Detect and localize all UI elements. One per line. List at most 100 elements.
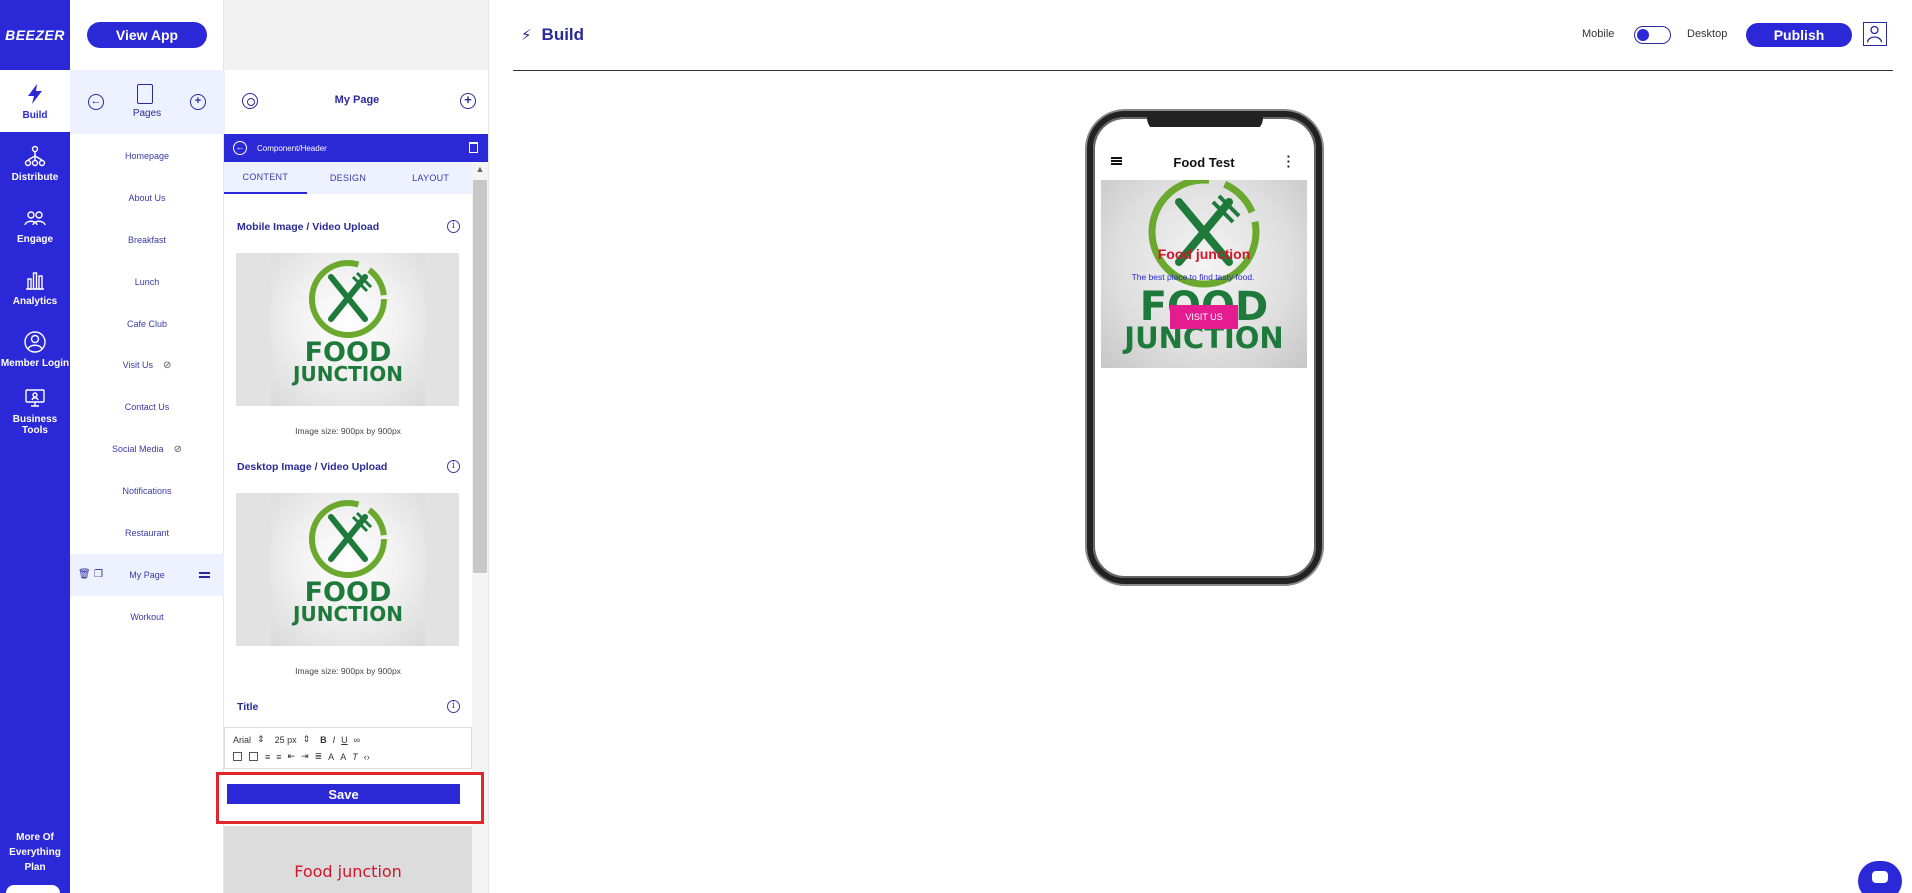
tab-layout[interactable]: LAYOUT (389, 162, 472, 194)
hamburger-menu-icon[interactable] (1111, 157, 1122, 165)
more-vert-icon[interactable]: · · · (1287, 150, 1291, 173)
mobile-image-upload[interactable]: FOOD JUNCTION (236, 253, 459, 406)
phone-preview: Food Test ··· FOOD JUNCTION Food junctio… (1087, 111, 1322, 584)
editor-title-row: My Page + (224, 70, 488, 134)
page-item-notifications[interactable]: Notifications (70, 470, 224, 512)
font-family-select[interactable]: Arial (233, 735, 251, 745)
toggle-knob (1637, 28, 1649, 41)
page-item-restaurant[interactable]: Restaurant (70, 512, 224, 554)
page-item-social-media[interactable]: Social Media ⊘ (70, 428, 224, 470)
user-account-icon[interactable] (1863, 22, 1887, 46)
bold-icon[interactable]: B (320, 735, 327, 745)
beezer-logo[interactable]: BEEZER (0, 0, 70, 70)
bolt-icon (28, 83, 42, 104)
mobile-upload-title: Mobile Image / Video Upload (237, 221, 380, 233)
page-item-cafe-club[interactable]: Cafe Club (70, 303, 224, 345)
page-item-lunch[interactable]: Lunch (70, 261, 224, 303)
image-icon[interactable] (233, 752, 242, 761)
desktop-image-upload[interactable]: FOOD JUNCTION (236, 493, 459, 646)
rail-item-label: Distribute (11, 171, 59, 183)
title-preview-text[interactable]: Food junction (224, 862, 472, 881)
delete-icon[interactable] (469, 142, 478, 153)
tab-design[interactable]: DESIGN (307, 162, 390, 194)
text-color-icon[interactable]: A (328, 752, 334, 762)
rail-item-member-login[interactable]: Member Login (0, 318, 70, 380)
save-button[interactable]: Save (227, 784, 460, 804)
food-junction-logo-graphic: FOOD JUNCTION (291, 500, 402, 626)
page-item-label: About Us (128, 192, 166, 203)
video-icon[interactable] (249, 752, 258, 761)
main-header: ⚡ Build Mobile Desktop Publish (513, 0, 1893, 71)
desktop-upload-title: Desktop Image / Video Upload (237, 461, 388, 473)
mobile-desktop-toggle[interactable] (1634, 26, 1671, 44)
rail-item-distribute[interactable]: Distribute (0, 132, 70, 194)
align-icon[interactable]: ≣ (315, 751, 323, 762)
rail-item-build[interactable]: Build (0, 70, 70, 132)
outdent-icon[interactable]: ⇤ (288, 751, 296, 762)
indent-icon[interactable]: ⇥ (301, 751, 309, 762)
eye-slash-icon[interactable]: ⊘ (174, 444, 182, 455)
page-item-visit-us[interactable]: Visit Us ⊘ (70, 344, 224, 386)
scrollbar-thumb[interactable] (473, 180, 487, 573)
info-icon[interactable]: i (447, 700, 460, 713)
component-bar: ← Component/Header (224, 134, 488, 162)
chevron-up-icon[interactable]: ▲ (472, 164, 488, 178)
page-item-about-us[interactable]: About Us (70, 177, 224, 219)
beezer-builder: BEEZER Build Distribute Engage Analytics… (0, 0, 1912, 893)
plan-label[interactable]: More Of Everything Plan (0, 830, 70, 875)
chat-support-icon[interactable] (1858, 861, 1902, 893)
back-arrow-icon[interactable]: ← (233, 141, 247, 155)
page-item-homepage[interactable]: Homepage (70, 135, 224, 177)
page-item-contact-us[interactable]: Contact Us (70, 386, 224, 428)
page-item-my-page[interactable]: 🗑 ❐ My Page (70, 553, 224, 596)
mobile-image-size-note: Image size: 900px by 900px (295, 426, 401, 436)
page-item-label: Contact Us (124, 402, 170, 413)
page-item-label: Notifications (122, 486, 172, 497)
pages-panel: View App ← Pages + Homepage About Us Bre… (70, 0, 224, 893)
add-component-icon[interactable]: + (460, 93, 476, 109)
ordered-list-icon[interactable]: ≡ (265, 752, 270, 762)
food-junction-logo-image: FOOD JUNCTION (270, 253, 425, 406)
left-rail: BEEZER Build Distribute Engage Analytics… (0, 0, 70, 893)
eye-slash-icon[interactable]: ⊘ (163, 360, 171, 371)
rail-item-analytics[interactable]: Analytics (0, 256, 70, 318)
desktop-label[interactable]: Desktop (1687, 28, 1727, 40)
page-item-label: Breakfast (127, 234, 167, 245)
clear-format-icon[interactable]: T (352, 752, 358, 762)
visit-us-button[interactable]: VISIT US (1170, 305, 1238, 329)
font-size-select[interactable]: 25 px (275, 735, 297, 745)
page-item-workout[interactable]: Workout (70, 596, 224, 638)
app-title: Food Test (1173, 154, 1235, 170)
italic-icon[interactable]: I (333, 735, 336, 745)
tab-content[interactable]: CONTENT (224, 162, 307, 194)
info-icon[interactable]: i (447, 460, 460, 473)
rail-item-engage[interactable]: Engage (0, 194, 70, 256)
hero-header[interactable]: FOOD JUNCTION Food junction The best pla… (1101, 180, 1307, 368)
user-icon (1866, 25, 1883, 43)
copy-icon[interactable]: ❐ (94, 569, 103, 580)
add-page-icon[interactable]: + (190, 94, 206, 110)
view-app-button[interactable]: View App (87, 22, 207, 48)
page-item-label: Visit Us (122, 360, 153, 371)
publish-button[interactable]: Publish (1746, 23, 1852, 47)
food-junction-logo-image: FOOD JUNCTION (270, 493, 425, 646)
highlight-icon[interactable]: A (340, 752, 346, 762)
trash-icon[interactable]: 🗑 (78, 569, 91, 580)
bullet-list-icon[interactable]: ≡ (276, 752, 281, 762)
link-icon[interactable]: ∞ (354, 735, 360, 745)
bar-chart-icon (26, 271, 44, 290)
plan-pill[interactable] (6, 885, 60, 893)
desktop-image-size-note: Image size: 900px by 900px (295, 666, 401, 676)
code-icon[interactable]: ‹› (364, 752, 370, 762)
info-icon[interactable]: i (447, 220, 460, 233)
page-item-label: Cafe Club (126, 318, 168, 329)
mobile-label[interactable]: Mobile (1582, 28, 1614, 40)
page-item-breakfast[interactable]: Breakfast (70, 219, 224, 261)
page-item-label: My Page (129, 569, 165, 580)
drag-handle-icon[interactable] (199, 571, 210, 578)
rail-item-label: Analytics (12, 295, 58, 307)
rail-item-label: Member Login (0, 357, 70, 369)
underline-icon[interactable]: U (341, 735, 348, 745)
bolt-icon: ⚡ (521, 27, 532, 44)
rail-item-business-tools[interactable]: Business Tools (0, 380, 70, 442)
